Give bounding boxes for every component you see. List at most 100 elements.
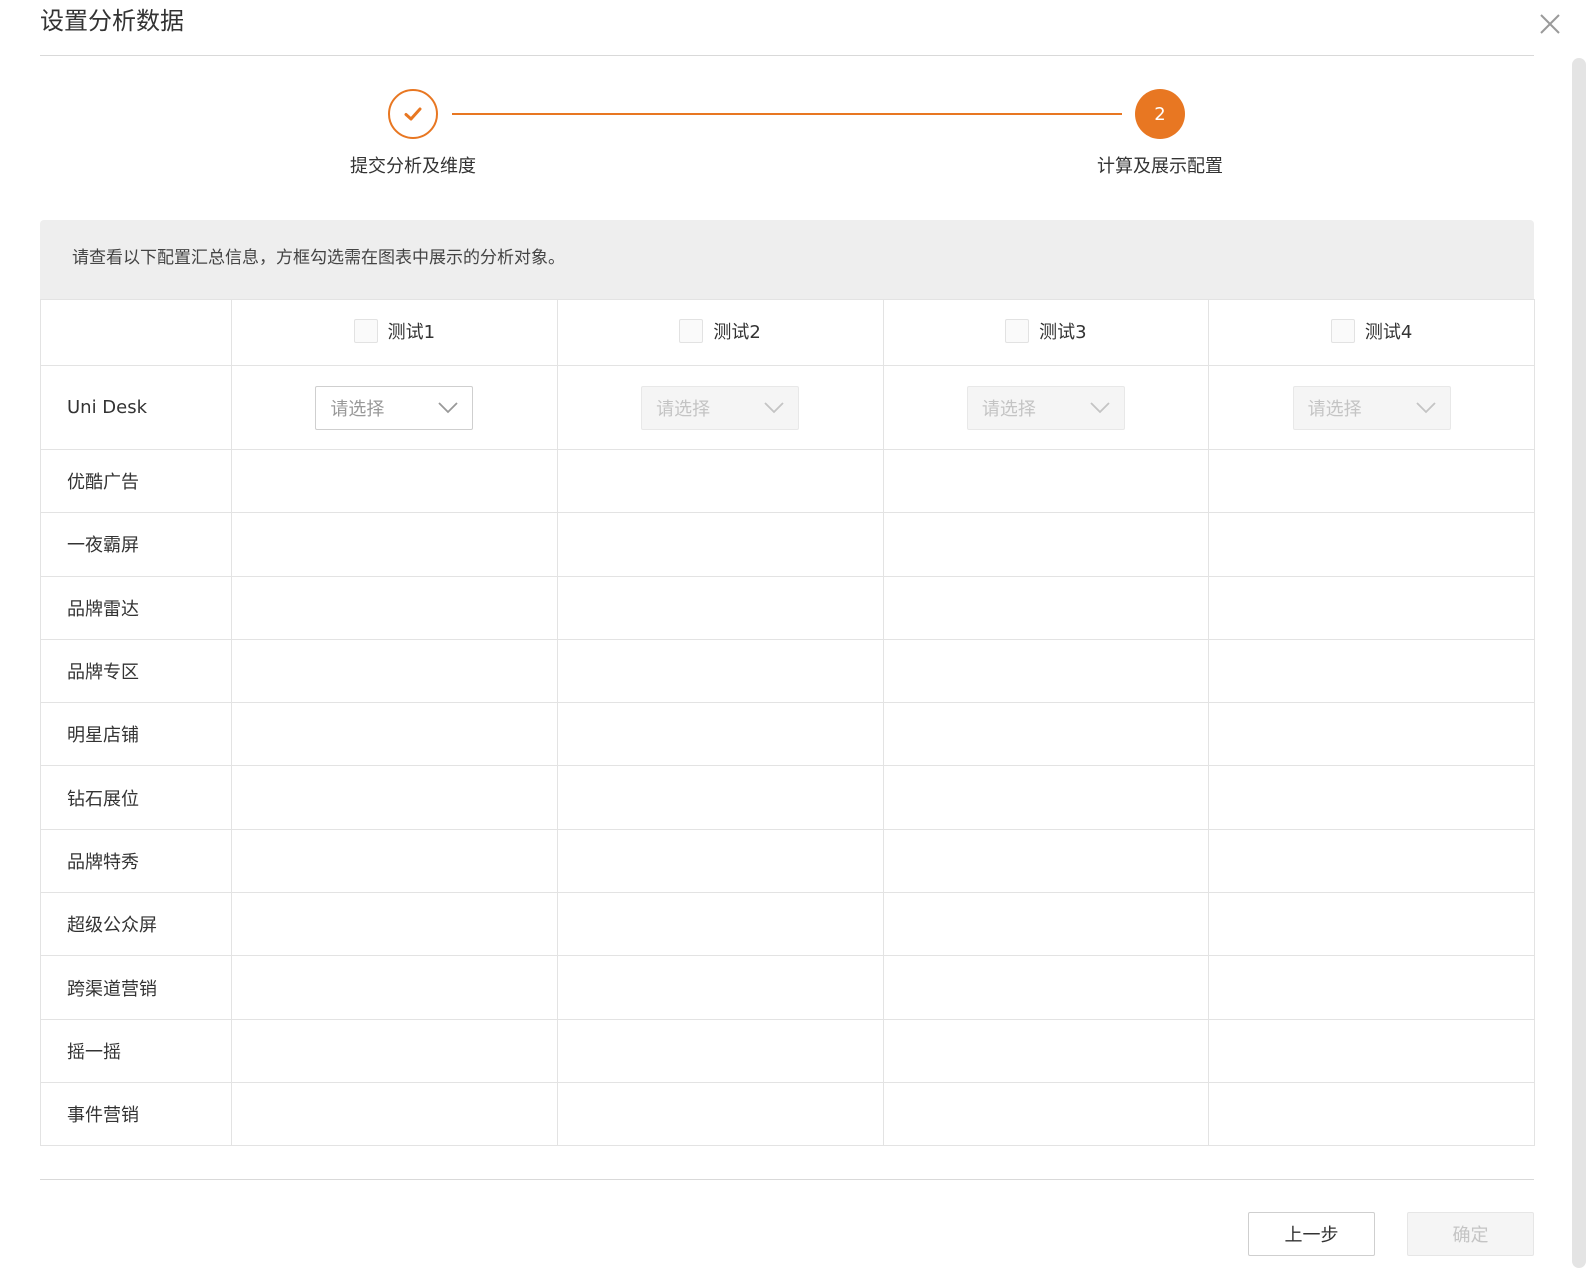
check-icon — [404, 107, 422, 121]
table-cell — [231, 955, 558, 1020]
select-cell: 请选择 — [556, 365, 884, 450]
column-label-3: 测试3 — [1039, 321, 1087, 343]
config-table: 测试1 测试2 测试3 测试4 Uni Desk 请选择 请选择 请选择 请选择… — [40, 299, 1535, 1147]
chevron-down-icon — [1415, 401, 1436, 413]
corner-cell — [40, 299, 232, 366]
select-dropdown-4: 请选择 — [1292, 385, 1451, 430]
stepper-connector — [452, 113, 1122, 115]
row-label: 品牌专区 — [40, 638, 232, 704]
column-label-1: 测试1 — [387, 321, 436, 343]
table-row: 钻石展位 — [40, 765, 1535, 830]
table-cell — [556, 448, 884, 514]
table-cell — [556, 1018, 884, 1083]
table-cell — [231, 448, 558, 514]
table-row: 品牌雷达 — [40, 575, 1535, 640]
column-checkbox-2[interactable] — [679, 318, 704, 343]
chevron-down-icon — [438, 401, 459, 413]
table-cell — [882, 512, 1210, 577]
row-label: 品牌特秀 — [40, 828, 232, 894]
column-header: 测试3 — [882, 299, 1210, 366]
row-label: 品牌雷达 — [40, 575, 232, 640]
confirm-button: 确定 — [1407, 1212, 1534, 1256]
table-cell — [882, 955, 1210, 1020]
header-divider — [40, 55, 1534, 56]
table-cell — [556, 638, 884, 704]
step-2-label: 计算及展示配置 — [1097, 156, 1223, 177]
step-2-number: 2 — [1154, 103, 1166, 125]
table-cell — [1208, 765, 1535, 830]
step-1-label: 提交分析及维度 — [350, 156, 476, 177]
footer-divider — [40, 1179, 1534, 1180]
row-label: 事件营销 — [40, 1081, 232, 1147]
column-header: 测试2 — [556, 299, 884, 366]
column-label-2: 测试2 — [713, 321, 761, 343]
select-dropdown-1[interactable]: 请选择 — [315, 385, 474, 430]
table-row: 品牌特秀 — [40, 828, 1535, 894]
table-cell — [1208, 575, 1535, 640]
table-cell — [882, 448, 1210, 514]
table-cell — [556, 828, 884, 894]
select-dropdown-2: 请选择 — [641, 385, 800, 430]
header-row: 测试1 测试2 测试3 测试4 — [40, 299, 1535, 366]
column-label-4: 测试4 — [1364, 321, 1413, 343]
select-cell: 请选择 — [1208, 365, 1535, 450]
table-cell — [556, 702, 884, 767]
info-text: 请查看以下配置汇总信息，方框勾选需在图表中展示的分析对象。 — [72, 248, 565, 268]
select-cell: 请选择 — [231, 365, 558, 450]
scrollbar-thumb[interactable] — [1572, 58, 1586, 1268]
table-cell — [1208, 1018, 1535, 1083]
row-label: 明星店铺 — [40, 702, 232, 767]
table-cell — [231, 1018, 558, 1083]
table-cell — [231, 892, 558, 957]
column-header: 测试1 — [231, 299, 558, 366]
select-placeholder: 请选择 — [1307, 398, 1362, 420]
column-checkbox-3[interactable] — [1005, 318, 1030, 343]
table-cell — [1208, 892, 1535, 957]
table-cell — [882, 892, 1210, 957]
table-cell — [1208, 512, 1535, 577]
column-checkbox-1[interactable] — [353, 318, 378, 343]
table-cell — [1208, 1081, 1535, 1147]
table-cell — [882, 638, 1210, 704]
row-label: 跨渠道营销 — [40, 955, 232, 1020]
table-row: 优酷广告 — [40, 448, 1535, 514]
table-cell — [1208, 828, 1535, 894]
table-cell — [882, 575, 1210, 640]
select-placeholder: 请选择 — [656, 398, 711, 420]
dialog-title: 设置分析数据 — [40, 7, 184, 35]
table-cell — [231, 1081, 558, 1147]
previous-step-button[interactable]: 上一步 — [1248, 1212, 1375, 1256]
chevron-down-icon — [764, 401, 784, 413]
row-label: 钻石展位 — [40, 765, 232, 830]
dialog: 设置分析数据 2 提交分析及维度 计算及展示配置 请查看以下配置汇总信息，方框勾… — [0, 0, 1590, 1270]
table-cell — [1208, 448, 1535, 514]
table-row: 品牌专区 — [40, 638, 1535, 704]
close-icon[interactable] — [1538, 12, 1562, 36]
table-cell — [882, 1081, 1210, 1147]
table-cell — [1208, 702, 1535, 767]
row-label: 超级公众屏 — [40, 892, 232, 957]
chevron-down-icon — [1090, 401, 1110, 413]
table-cell — [556, 765, 884, 830]
table-cell — [556, 1081, 884, 1147]
table-cell — [882, 765, 1210, 830]
table-cell — [231, 828, 558, 894]
select-placeholder: 请选择 — [330, 398, 385, 420]
row-label: Uni Desk — [40, 365, 232, 450]
column-checkbox-4[interactable] — [1330, 318, 1355, 343]
table-cell — [882, 1018, 1210, 1083]
row-label: 摇一摇 — [40, 1018, 232, 1083]
uni-desk-row: Uni Desk 请选择 请选择 请选择 请选择 — [40, 365, 1535, 450]
table-cell — [231, 765, 558, 830]
table-cell — [556, 512, 884, 577]
table-row: 明星店铺 — [40, 702, 1535, 767]
table-cell — [556, 955, 884, 1020]
step-1-circle — [388, 89, 438, 139]
select-placeholder: 请选择 — [981, 398, 1036, 420]
table-cell — [231, 512, 558, 577]
table-cell — [882, 702, 1210, 767]
table-cell — [231, 702, 558, 767]
step-2-circle: 2 — [1135, 89, 1185, 139]
select-dropdown-3: 请选择 — [966, 385, 1125, 430]
table-cell — [231, 575, 558, 640]
